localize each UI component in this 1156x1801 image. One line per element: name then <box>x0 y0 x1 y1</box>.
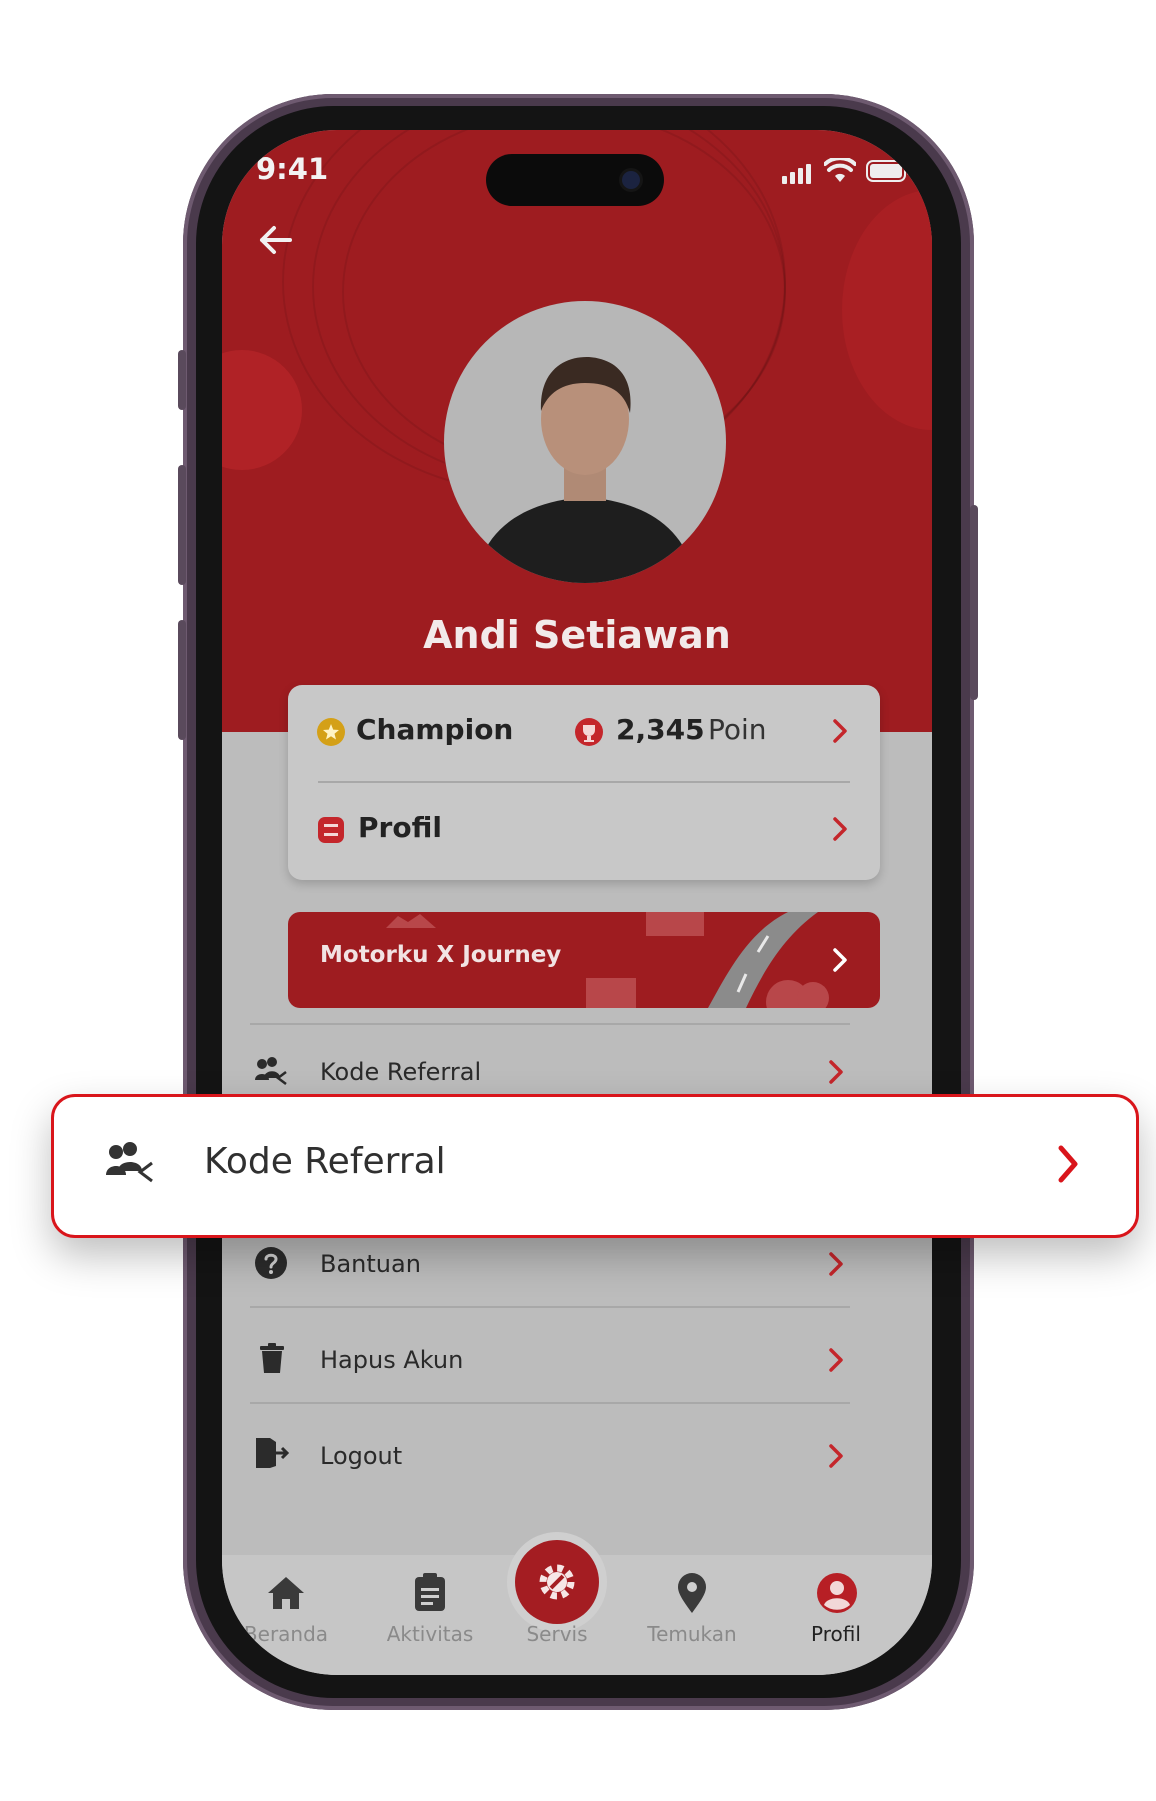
clipboard-icon <box>415 1573 445 1611</box>
chevron-right-icon <box>829 1348 843 1372</box>
phone-volume-up <box>178 465 186 585</box>
logout-icon <box>256 1438 290 1468</box>
decor-circle <box>222 350 302 470</box>
profile-label: Profil <box>358 811 442 844</box>
profile-name: Andi Setiawan <box>423 613 731 657</box>
summary-card: Champion 2,345 Poin Profil <box>288 685 880 880</box>
referral-users-icon <box>106 1142 153 1183</box>
camera-icon <box>622 171 640 189</box>
nav-label: Temukan <box>647 1622 737 1646</box>
menu-divider <box>250 1023 850 1025</box>
user-circle-icon <box>817 1573 857 1613</box>
nav-item-beranda[interactable]: Beranda <box>226 1570 346 1670</box>
help-circle-icon <box>255 1247 287 1279</box>
back-arrow-icon[interactable] <box>252 216 300 264</box>
menu-item-label: Logout <box>320 1442 403 1470</box>
phone-mute-switch <box>178 350 186 410</box>
profile-row[interactable]: Profil <box>288 783 880 879</box>
nav-label: Beranda <box>243 1622 329 1646</box>
points-value: 2,345 <box>616 713 705 746</box>
journey-title: Motorku X Journey <box>320 942 562 968</box>
star-badge-icon <box>317 718 345 746</box>
chevron-right-icon <box>829 1060 843 1084</box>
phone-screen: 9:41 Andi Setiawan Champion 2,345 Poin P… <box>222 130 932 1675</box>
menu-item-logout[interactable]: Logout <box>222 1416 932 1496</box>
tier-label: Champion <box>356 713 514 746</box>
menu-divider <box>250 1402 850 1404</box>
nav-label: Profil <box>811 1622 861 1646</box>
menu-item-label: Hapus Akun <box>320 1346 464 1374</box>
id-card-icon <box>318 817 344 843</box>
trophy-icon <box>575 718 603 746</box>
menu-divider <box>250 1306 850 1308</box>
nav-item-aktivitas[interactable]: Aktivitas <box>370 1570 490 1670</box>
chevron-right-icon <box>829 1252 843 1276</box>
phone-volume-down <box>178 620 186 740</box>
home-icon <box>268 1577 304 1609</box>
battery-icon <box>866 160 911 182</box>
decor-blob <box>842 190 932 430</box>
chevron-right-icon <box>833 719 847 743</box>
chevron-right-icon <box>829 1444 843 1468</box>
status-time: 9:41 <box>256 152 329 186</box>
chevron-right-icon <box>1058 1145 1078 1183</box>
nav-item-servis[interactable] <box>515 1540 599 1624</box>
menu-item-hapus-akun[interactable]: Hapus Akun <box>222 1320 932 1400</box>
avatar <box>444 301 726 583</box>
chevron-right-icon <box>833 948 847 972</box>
location-pin-icon <box>678 1573 706 1613</box>
trash-icon <box>260 1343 284 1373</box>
gear-wrench-icon <box>539 1564 575 1600</box>
menu-item-label: Bantuan <box>320 1250 421 1278</box>
nav-label: Aktivitas <box>386 1622 474 1646</box>
nav-item-profil[interactable]: Profil <box>776 1570 896 1670</box>
signal-icon <box>782 164 811 184</box>
highlighted-kode-referral[interactable]: Kode Referral <box>51 1094 1139 1238</box>
nav-label-servis: Servis <box>526 1622 588 1646</box>
referral-users-icon <box>255 1057 287 1085</box>
nav-item-temukan[interactable]: Temukan <box>632 1570 752 1670</box>
points-unit: Poin <box>708 713 767 746</box>
wifi-icon <box>824 158 856 182</box>
dynamic-island <box>486 154 664 206</box>
journey-banner[interactable]: Motorku X Journey <box>288 912 880 1008</box>
tier-points-row[interactable]: Champion 2,345 Poin <box>288 685 880 781</box>
chevron-right-icon <box>833 817 847 841</box>
highlighted-label: Kode Referral <box>204 1141 446 1182</box>
menu-item-label: Kode Referral <box>320 1058 482 1086</box>
phone-power-button <box>970 505 978 700</box>
